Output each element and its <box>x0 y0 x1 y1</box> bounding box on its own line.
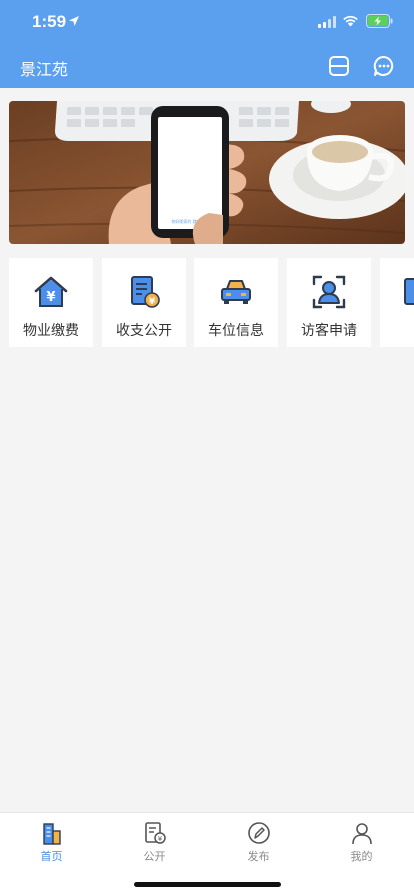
menu-item-partial[interactable]: 小 <box>380 258 414 347</box>
menu-item-property-fee[interactable]: ¥ 物业缴费 <box>9 258 93 347</box>
partial-icon <box>404 278 414 305</box>
tab-public[interactable]: ¥ 公开 <box>103 813 206 863</box>
home-indicator <box>134 882 281 887</box>
menu-item-finance-disclosure[interactable]: ¥ 收支公开 <box>102 258 186 347</box>
svg-text:¥: ¥ <box>46 290 55 305</box>
tab-label: 公开 <box>143 850 166 863</box>
wifi-icon <box>343 15 358 27</box>
pen-icon <box>248 822 270 844</box>
tab-publish[interactable]: 发布 <box>207 813 310 863</box>
status-bar: 1:59 <box>0 0 414 44</box>
tab-label: 发布 <box>247 850 270 863</box>
document-yen-icon: ¥ <box>145 822 166 844</box>
document-coin-icon: ¥ <box>131 276 160 308</box>
tab-label: 首页 <box>40 850 63 863</box>
page-title: 景江苑 <box>20 60 69 79</box>
menu-item-label: 小 <box>380 320 414 340</box>
status-time: 1:59 <box>32 12 67 31</box>
svg-text:¥: ¥ <box>158 835 163 843</box>
menu-item-label: 访客申请 <box>301 323 357 339</box>
menu-item-visitor-request[interactable]: 访客申请 <box>287 258 371 347</box>
tab-label: 我的 <box>350 850 373 863</box>
menu-item-parking-info[interactable]: 车位信息 <box>194 258 278 347</box>
signal-icon <box>318 16 336 28</box>
quick-menu: ¥ 物业缴费 ¥ 收支公开 车位信息 访客申请 <box>0 258 414 347</box>
header: 1:59 景江苑 <box>0 0 414 88</box>
promo-banner[interactable]: 你好呢家约 就在了家 <box>9 101 405 244</box>
tab-home[interactable]: 首页 <box>0 813 103 863</box>
visitor-scan-icon <box>312 275 346 309</box>
menu-item-label: 物业缴费 <box>23 323 79 339</box>
car-icon <box>221 280 251 304</box>
battery-charging-icon <box>366 14 393 28</box>
scan-icon[interactable] <box>327 54 351 78</box>
svg-text:¥: ¥ <box>149 297 156 307</box>
chat-bubble-icon[interactable] <box>372 54 396 78</box>
tab-mine[interactable]: 我的 <box>310 813 413 863</box>
menu-item-label: 收支公开 <box>116 323 172 339</box>
house-yen-icon: ¥ <box>34 276 68 307</box>
user-icon <box>352 823 372 845</box>
banner-image: 你好呢家约 就在了家 <box>9 101 405 244</box>
location-arrow-icon <box>69 16 79 26</box>
home-building-icon <box>43 823 61 845</box>
menu-item-label: 车位信息 <box>208 323 264 339</box>
